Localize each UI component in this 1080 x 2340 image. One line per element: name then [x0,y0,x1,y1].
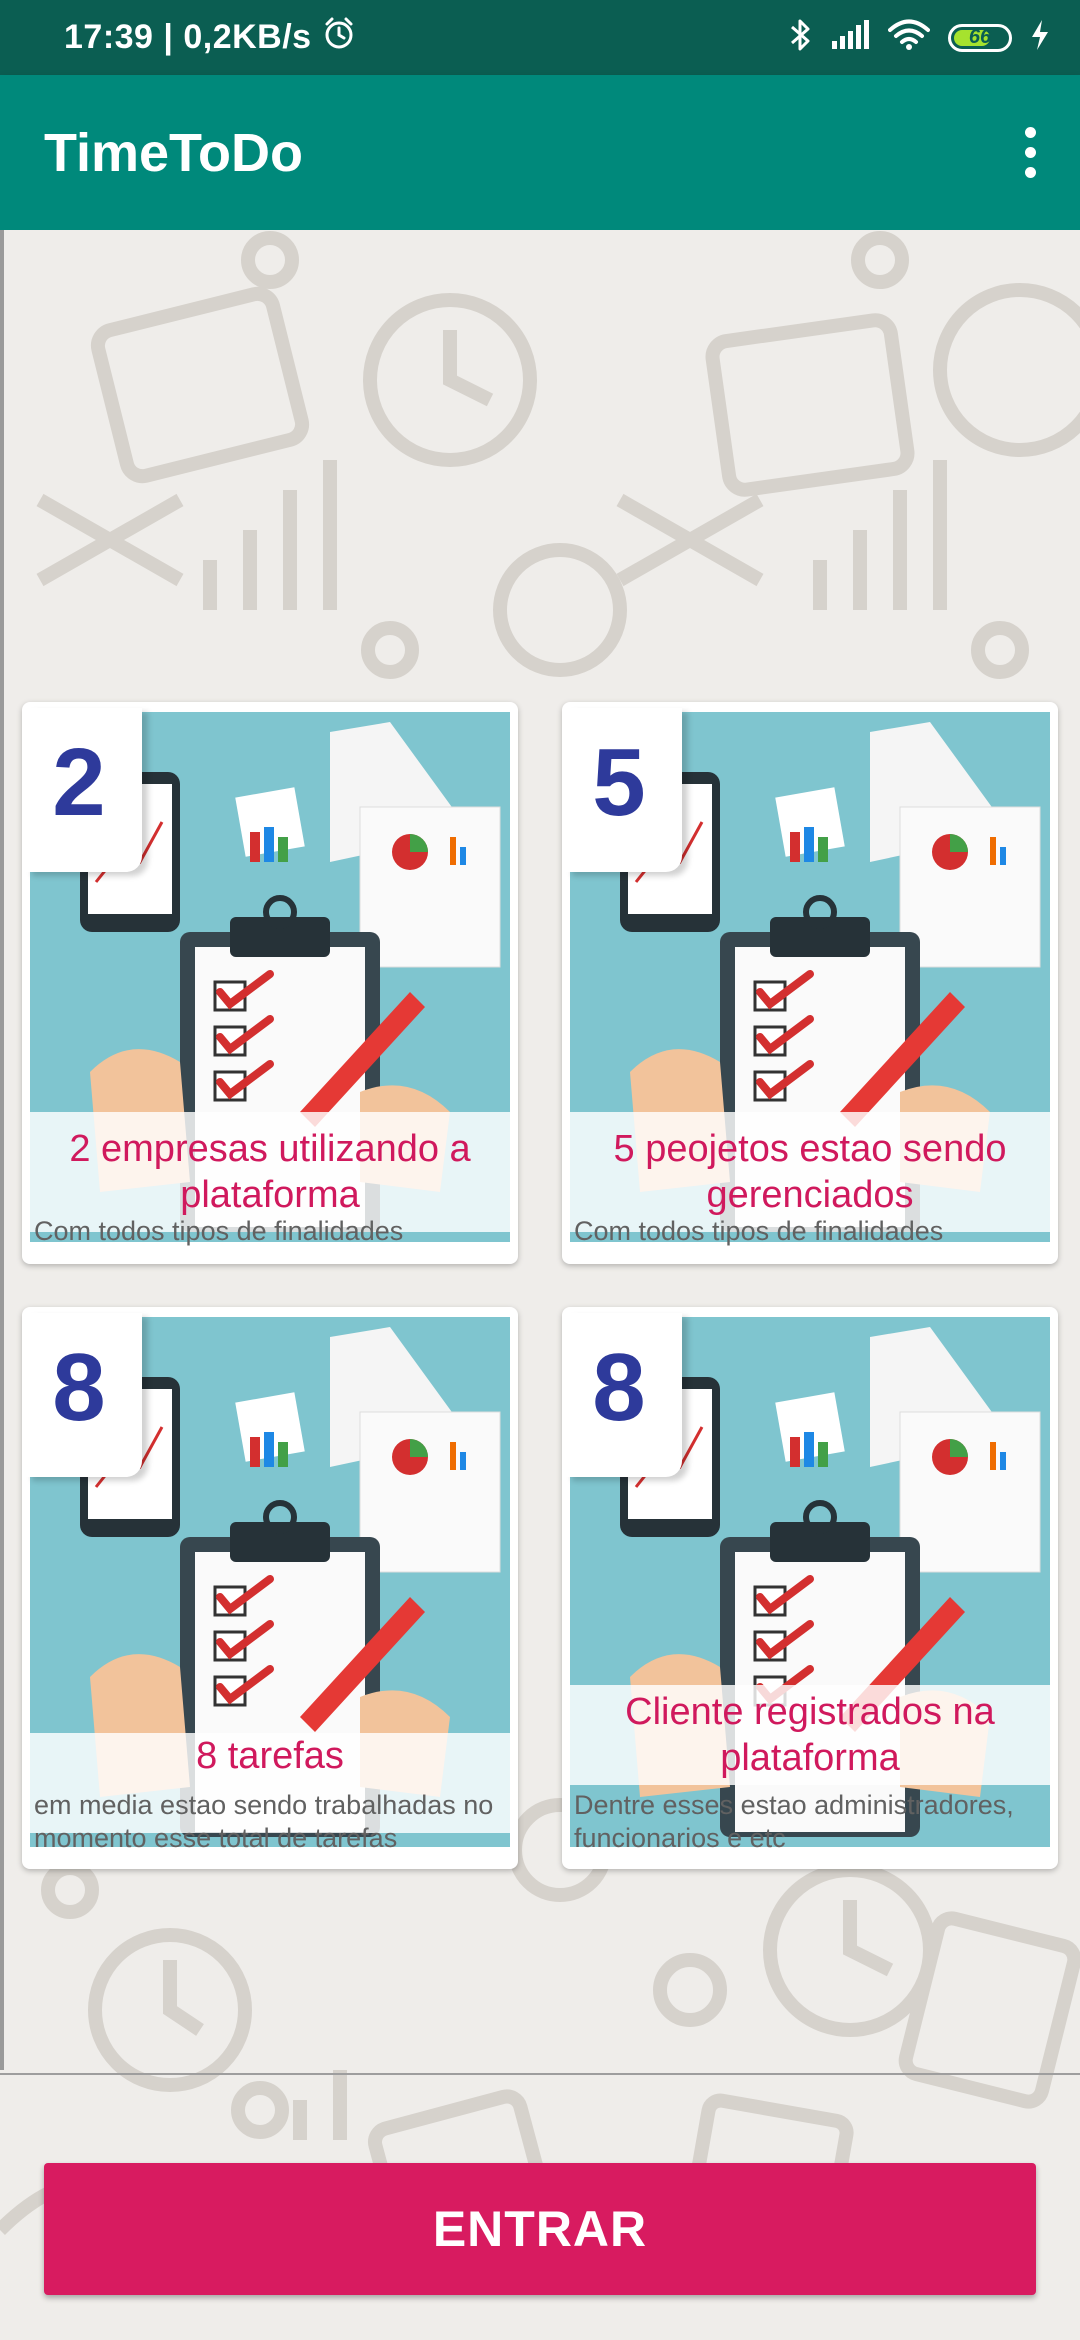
card-title: Cliente registrados na plataforma [625,1691,995,1779]
card-subtitle: Com todos tipos de finalidades [34,1216,404,1246]
card-title: 2 empresas utilizando a plataforma [69,1128,471,1216]
card-subtitle: em media estao sendo trabalhadas no mome… [34,1790,494,1853]
card-number: 8 [52,1334,106,1441]
battery-level: 66 [968,26,992,48]
more-vertical-icon[interactable] [1000,117,1060,187]
battery-icon: 66 [948,23,1012,52]
app-title: TimeToDo [44,122,304,183]
app-bar: TimeToDo [0,75,1080,230]
stat-card[interactable]: 5 5 peojetos estao sendo gerenciados Com… [562,702,1058,1264]
divider [0,2073,1080,2075]
card-number: 5 [592,729,646,836]
left-edge [0,230,4,2070]
card-title: 8 tarefas [196,1735,344,1777]
bluetooth-icon [788,17,812,58]
status-bar: 17:39 | 0,2KB/s 66 [0,0,1080,75]
stat-card[interactable]: 8 8 tarefas em media estao sendo trabalh… [22,1307,518,1869]
stat-card[interactable]: 8 Cliente registrados na plataforma Dent… [562,1307,1058,1869]
wifi-icon [888,19,930,56]
card-number: 2 [52,729,106,836]
stat-card[interactable]: 2 2 empresas utilizando a plataforma Com… [22,702,518,1264]
enter-button[interactable]: ENTRAR [44,2163,1036,2295]
background-pattern [0,230,1080,2340]
alarm-icon [322,16,356,59]
card-number: 8 [592,1334,646,1441]
status-time-speed: 17:39 | 0,2KB/s [64,18,312,56]
card-title: 5 peojetos estao sendo gerenciados [613,1128,1007,1216]
charging-icon [1030,19,1050,56]
card-subtitle: Com todos tipos de finalidades [574,1216,944,1246]
card-subtitle: Dentre esses estao administradores, func… [574,1790,1014,1853]
signal-icon [830,19,870,56]
